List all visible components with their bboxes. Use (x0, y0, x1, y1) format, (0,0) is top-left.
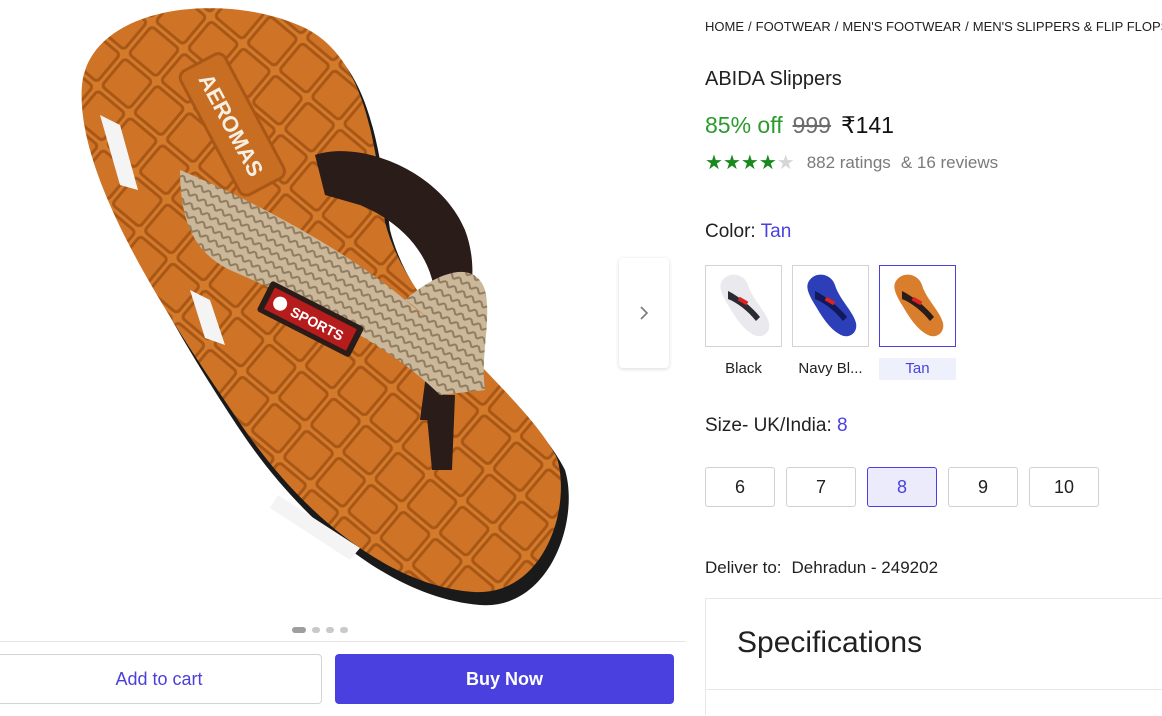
price-row: 85% off 999 ₹141 (705, 112, 894, 139)
star-filled-icon: ★ (705, 152, 723, 174)
color-label: Color: (705, 221, 756, 242)
pager-dot[interactable] (292, 627, 306, 633)
deliver-label: Deliver to: (705, 558, 782, 577)
specifications-card: Specifications (705, 598, 1162, 715)
breadcrumb-separator: / (834, 19, 839, 34)
add-to-cart-button[interactable]: Add to cart (0, 654, 322, 704)
product-info: HOME / FOOTWEAR / MEN'S FOOTWEAR / MEN'S SLIPP… (705, 0, 1162, 715)
selected-color: Tan (760, 221, 792, 242)
size-option-8[interactable]: 8 (867, 467, 937, 507)
reviews-count: & 16 reviews (900, 153, 999, 172)
color-swatch[interactable]: Tan (879, 265, 956, 380)
next-image-button[interactable] (619, 258, 669, 368)
color-swatches: Black Navy Bl... Tan (705, 265, 956, 380)
swatch-thumbnail (792, 265, 869, 347)
star-rating: ★ ★ ★ ★ ★ (705, 153, 795, 173)
size-label-row: Size- UK/India: 8 (705, 415, 848, 437)
breadcrumb-link[interactable]: MEN'S SLIPPERS & FLIP FLOPS (973, 19, 1162, 34)
buy-now-button[interactable]: Buy Now (335, 654, 674, 704)
image-gallery: AEROMAS SPORTS Add to cart Buy Now (0, 0, 686, 715)
breadcrumb-link[interactable]: HOME (705, 19, 744, 34)
divider (706, 689, 1162, 690)
star-filled-icon: ★ (722, 152, 741, 174)
color-swatch[interactable]: Black (705, 265, 782, 380)
swatch-label: Black (725, 360, 762, 377)
size-label: Size- UK/India: (705, 415, 832, 436)
size-option-9[interactable]: 9 (948, 467, 1018, 507)
pager-dot[interactable] (312, 627, 320, 633)
delivery-location: Dehradun - 249202 (791, 558, 939, 577)
product-image[interactable]: AEROMAS SPORTS (60, 0, 580, 615)
chevron-right-icon (640, 306, 649, 320)
size-option-7[interactable]: 7 (786, 467, 856, 507)
color-swatch[interactable]: Navy Bl... (792, 265, 869, 380)
selling-price: ₹141 (840, 112, 894, 138)
pager-dot[interactable] (326, 627, 334, 633)
delivery-row[interactable]: Deliver to: Dehradun - 249202 (705, 558, 938, 578)
star-filled-icon: ★ (740, 152, 759, 174)
star-empty-icon: ★ (776, 152, 795, 174)
specifications-title: Specifications (737, 626, 923, 659)
product-title: ABIDA Slippers (705, 68, 842, 90)
original-price: 999 (792, 112, 831, 138)
breadcrumb: HOME / FOOTWEAR / MEN'S FOOTWEAR / MEN'S SLIPP… (705, 19, 1162, 34)
size-option-10[interactable]: 10 (1029, 467, 1099, 507)
swatch-thumbnail (879, 265, 956, 347)
rating-row[interactable]: ★ ★ ★ ★ ★ 882 ratings & 16 reviews (705, 153, 998, 173)
cta-bar: Add to cart Buy Now (0, 641, 686, 716)
breadcrumb-link[interactable]: MEN'S FOOTWEAR (842, 19, 961, 34)
breadcrumb-link[interactable]: FOOTWEAR (756, 19, 831, 34)
pager-dot[interactable] (340, 627, 348, 633)
size-options: 6 7 8 9 10 (705, 467, 1099, 507)
slipper-thumbnail-icon (719, 274, 769, 337)
slipper-thumbnail-icon (893, 274, 943, 337)
color-label-row: Color: Tan (705, 221, 791, 243)
star-filled-icon: ★ (758, 152, 777, 174)
slipper-thumbnail-icon (806, 274, 856, 337)
ratings-count: 882 ratings (806, 153, 891, 172)
selected-size: 8 (837, 415, 848, 436)
swatch-label: Navy Bl... (798, 360, 863, 377)
size-option-6[interactable]: 6 (705, 467, 775, 507)
swatch-label: Tan (879, 358, 956, 380)
breadcrumb-separator: / (748, 19, 752, 34)
breadcrumb-separator: / (965, 19, 969, 34)
discount-label: 85% off (705, 112, 783, 138)
image-pager (292, 627, 348, 633)
swatch-thumbnail (705, 265, 782, 347)
